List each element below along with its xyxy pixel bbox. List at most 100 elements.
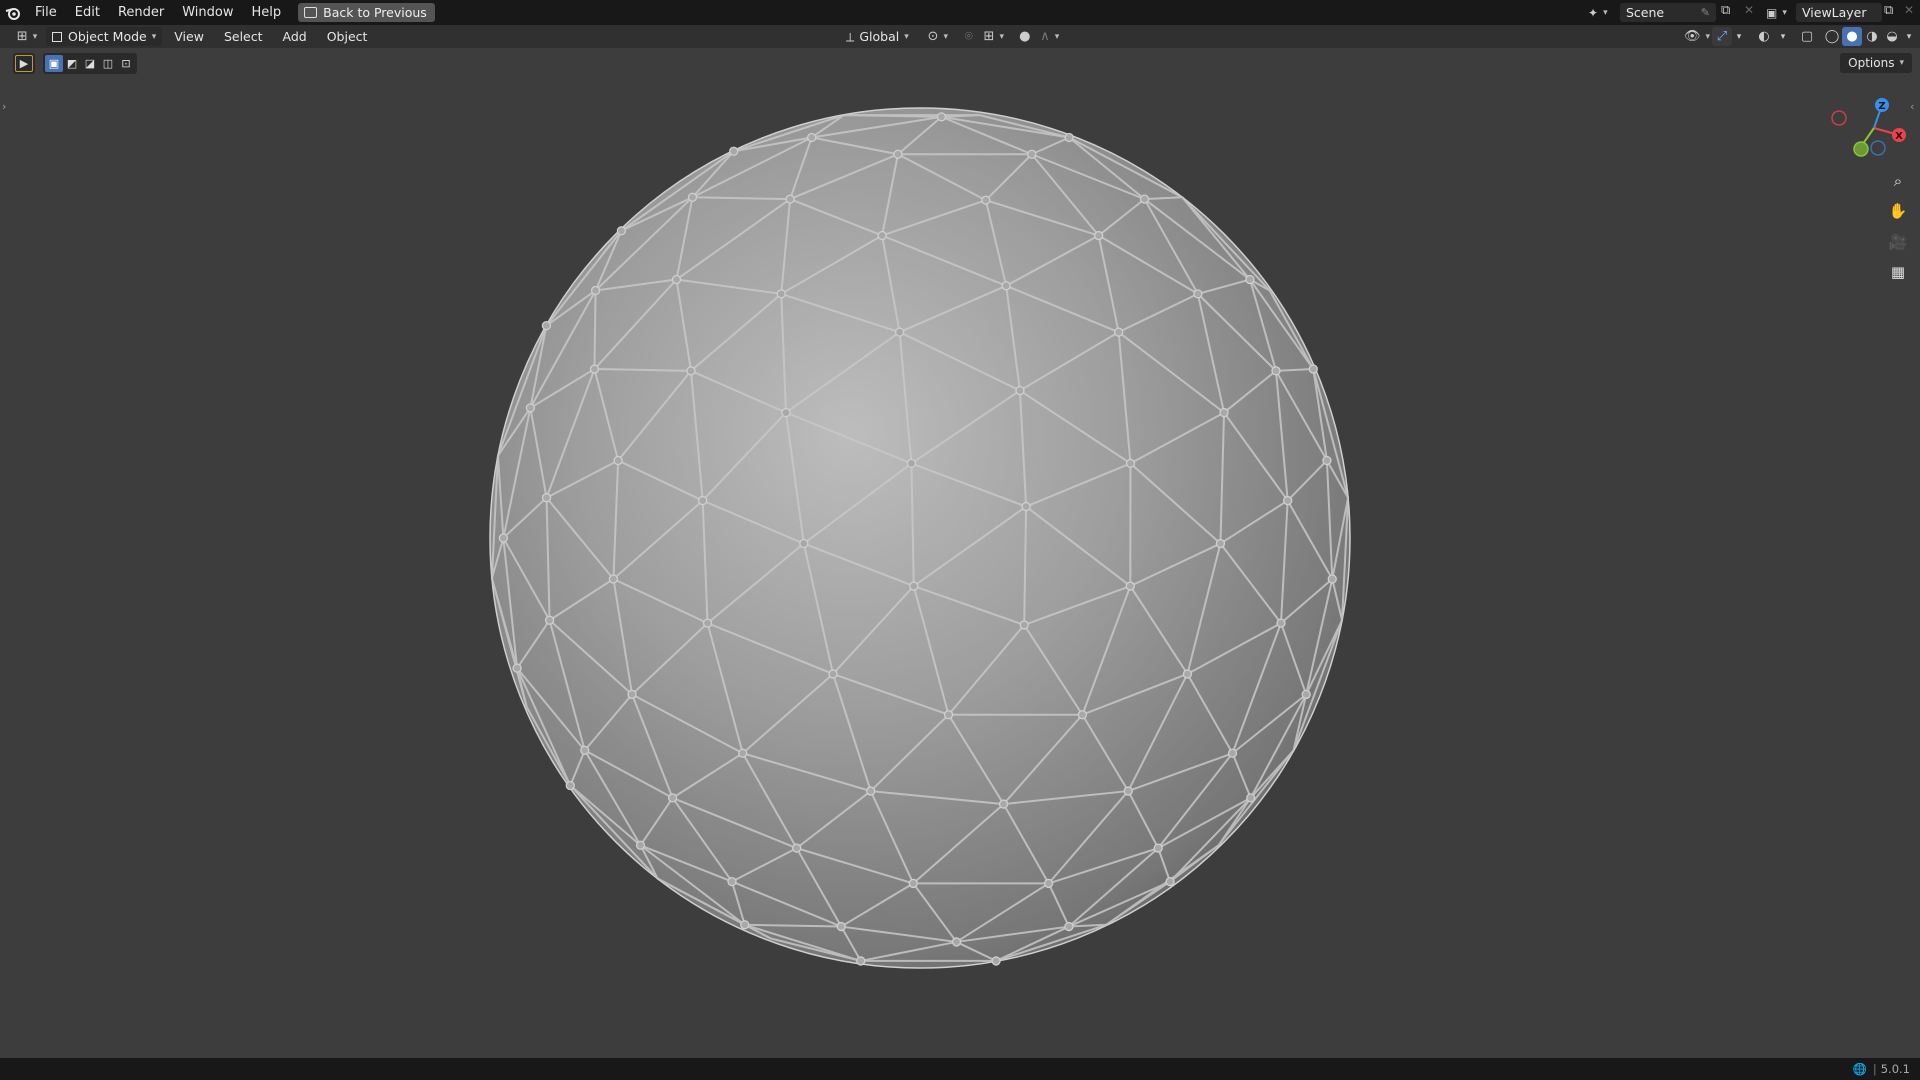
- back-to-previous-button[interactable]: Back to Previous: [298, 3, 435, 22]
- menu-file[interactable]: File: [26, 0, 66, 25]
- neg-x-axis-handle[interactable]: [1831, 110, 1847, 126]
- mesh-vertex: [613, 455, 623, 466]
- mesh-vertex: [1246, 793, 1256, 803]
- mesh-vertex: [866, 786, 876, 796]
- select-subtract-icon[interactable]: ◪: [81, 55, 99, 72]
- falloff-icon[interactable]: ∧ ▾: [1035, 27, 1065, 46]
- hand-icon[interactable]: ✋: [1884, 197, 1912, 225]
- pivot-icon[interactable]: ⊙ ▾: [923, 27, 953, 46]
- neg-z-axis-handle[interactable]: [1870, 140, 1886, 156]
- proportional-editing-icon[interactable]: ●: [1015, 27, 1035, 46]
- options-dropdown[interactable]: Options ▾: [1840, 53, 1912, 73]
- select-extend-icon[interactable]: ◩: [63, 55, 81, 72]
- mesh-vertex: [776, 289, 786, 299]
- toolbar-expand-arrow-icon[interactable]: ›: [2, 100, 6, 113]
- gizmo-toggle-icon[interactable]: ⤢: [1712, 27, 1732, 46]
- mesh-vertex: [1015, 385, 1025, 396]
- menu-view[interactable]: View: [164, 25, 214, 48]
- y-axis-handle[interactable]: [1853, 141, 1869, 157]
- overlays-icon[interactable]: ◐: [1752, 27, 1776, 46]
- chevron-down-icon[interactable]: ▾: [1902, 27, 1916, 46]
- remove-view-layer-icon[interactable]: ✕: [1904, 3, 1914, 17]
- orientation-dropdown[interactable]: ⟂ Global ▾: [840, 27, 915, 46]
- menu-window[interactable]: Window: [173, 0, 242, 25]
- mesh-vertex: [1182, 669, 1193, 679]
- chevron-down-icon: ▾: [904, 31, 909, 42]
- mesh-vertex: [686, 366, 696, 376]
- mesh-vertex: [1001, 281, 1011, 291]
- menu-object[interactable]: Object: [317, 25, 378, 48]
- orientation-label: Global: [859, 29, 900, 44]
- mesh-vertex: [1125, 581, 1135, 591]
- select-tool-icon[interactable]: ▶: [15, 55, 33, 72]
- menu-render[interactable]: Render: [109, 0, 173, 25]
- mesh-vertex: [589, 364, 600, 374]
- mesh-vertex: [943, 710, 954, 720]
- mesh-vertex: [544, 615, 555, 625]
- grid-icon[interactable]: ▦: [1884, 258, 1912, 286]
- menu-add[interactable]: Add: [273, 25, 317, 48]
- blender-icon[interactable]: [0, 0, 26, 25]
- mesh-vertex: [1064, 921, 1074, 932]
- mode-dropdown[interactable]: Object Mode ▾: [46, 27, 163, 46]
- scene-name: Scene: [1626, 5, 1665, 20]
- editor-type-icon[interactable]: ⊞ ▾: [12, 27, 42, 46]
- xray-icon[interactable]: ▢: [1796, 27, 1818, 46]
- mesh-vertex: [1193, 289, 1203, 299]
- mesh-vertex: [836, 921, 846, 932]
- mesh-vertex: [1153, 843, 1163, 853]
- mesh-vertex: [981, 195, 991, 205]
- select-invert-icon[interactable]: ◫: [99, 55, 117, 72]
- rendered-shading-icon[interactable]: ◒: [1882, 27, 1902, 46]
- mesh-vertex: [1276, 618, 1286, 628]
- visibility-icon[interactable]: 👁 ▾: [1682, 27, 1712, 46]
- mesh-vertex: [740, 920, 750, 930]
- mesh-vertex: [565, 780, 575, 791]
- pin-icon[interactable]: ✎: [1701, 6, 1710, 19]
- mesh-vertex: [1245, 274, 1255, 285]
- chevron-down-icon[interactable]: ▾: [1776, 27, 1790, 46]
- snap-icon[interactable]: ⌾: [959, 27, 979, 46]
- chevron-down-icon: ▾: [1899, 58, 1904, 68]
- viewport-canvas[interactable]: [0, 0, 1920, 1080]
- mode-label: Object Mode: [68, 29, 147, 44]
- z-axis-label: Z: [1878, 101, 1885, 112]
- remove-scene-icon[interactable]: ✕: [1744, 3, 1754, 17]
- solid-shading-icon[interactable]: ●: [1842, 27, 1862, 46]
- mesh-vertex: [1043, 878, 1054, 889]
- new-scene-icon[interactable]: ⧉: [1721, 3, 1730, 18]
- camera-icon[interactable]: 🎥: [1884, 228, 1912, 256]
- scene-selector-icon[interactable]: ✦ ▾: [1588, 3, 1616, 22]
- navigation-gizmo[interactable]: Z X: [1820, 92, 1912, 164]
- mesh-vertex: [738, 748, 748, 758]
- mesh-vertex: [727, 876, 737, 887]
- mesh-vertex: [635, 840, 646, 850]
- view-layer-selector-icon[interactable]: ▣ ▾: [1766, 3, 1794, 22]
- menu-help[interactable]: Help: [243, 0, 291, 25]
- chevron-down-icon: ▾: [151, 31, 157, 42]
- menu-select[interactable]: Select: [214, 25, 273, 48]
- mesh-vertex: [906, 458, 917, 469]
- snap-increment-icon[interactable]: ⊞ ▾: [979, 27, 1009, 46]
- mesh-vertex: [1064, 132, 1074, 143]
- menu-edit[interactable]: Edit: [66, 0, 109, 25]
- mesh-vertex: [1219, 407, 1229, 418]
- view-layer-field[interactable]: ViewLayer: [1796, 3, 1882, 22]
- object-mode-icon: [52, 31, 62, 42]
- material-shading-icon[interactable]: ◑: [1862, 27, 1882, 46]
- mesh-vertex: [781, 407, 791, 418]
- select-new-icon[interactable]: ▣: [45, 55, 63, 72]
- scene-field[interactable]: Scene ✎: [1620, 3, 1716, 22]
- mesh-vertex: [1308, 364, 1318, 374]
- wireframe-shading-icon[interactable]: ◯: [1822, 27, 1842, 46]
- mesh-vertex: [1227, 748, 1238, 758]
- new-view-layer-icon[interactable]: ⧉: [1884, 3, 1893, 18]
- select-intersect-icon[interactable]: ⊡: [117, 55, 135, 72]
- zoom-icon[interactable]: ⌕: [1884, 167, 1912, 195]
- mesh-vertex: [807, 132, 817, 143]
- icosphere-object[interactable]: [489, 107, 1351, 969]
- mesh-vertex: [828, 669, 838, 679]
- chevron-down-icon[interactable]: ▾: [1732, 27, 1746, 46]
- mesh-vertex: [580, 745, 590, 756]
- back-button-label: Back to Previous: [323, 5, 427, 20]
